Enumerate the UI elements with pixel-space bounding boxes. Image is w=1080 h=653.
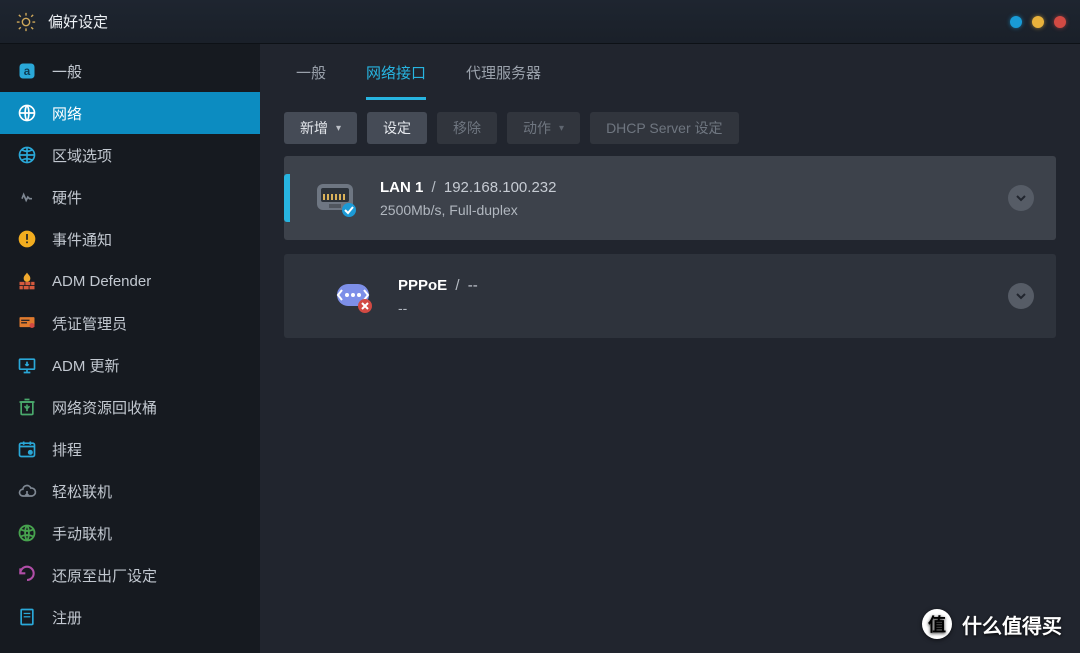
pppoe-icon [308, 272, 398, 320]
sidebar-item-label: ADM 更新 [52, 355, 120, 376]
schedule-icon [16, 438, 38, 460]
close-button[interactable] [1054, 16, 1066, 28]
sidebar-item-label: 排程 [52, 439, 82, 460]
titlebar: 偏好设定 [0, 0, 1080, 44]
certificate-icon [16, 312, 38, 334]
manual-connect-icon [16, 522, 38, 544]
alert-icon [16, 228, 38, 250]
sidebar-item-label: 事件通知 [52, 229, 112, 250]
general-icon: a [16, 60, 38, 82]
sidebar-item-6[interactable]: 凭证管理员 [0, 302, 260, 344]
svg-text:a: a [24, 65, 31, 78]
sidebar-item-label: 轻松联机 [52, 481, 112, 502]
interface-status: 2500Mb/s, Full-duplex [380, 202, 1008, 218]
sidebar-item-0[interactable]: a 一般 [0, 50, 260, 92]
cloud-icon [16, 480, 38, 502]
sidebar-item-label: 还原至出厂设定 [52, 565, 157, 586]
sidebar-item-label: 网络 [52, 103, 82, 124]
sidebar-item-label: ADM Defender [52, 273, 151, 290]
tab-1[interactable]: 网络接口 [366, 62, 426, 100]
interface-name: LAN 1 [380, 179, 423, 196]
action-button[interactable]: 动作 ▾ [507, 112, 580, 144]
chevron-down-icon: ▾ [336, 123, 341, 134]
sidebar-item-label: 手动联机 [52, 523, 112, 544]
interface-name: PPPoE [398, 277, 447, 294]
interface-info: LAN 1 / 192.168.100.232 2500Mb/s, Full-d… [380, 179, 1008, 218]
sidebar-item-5[interactable]: ADM Defender [0, 260, 260, 302]
sidebar-item-9[interactable]: 排程 [0, 428, 260, 470]
window-controls [1010, 16, 1066, 28]
maximize-button[interactable] [1032, 16, 1044, 28]
network-icon [16, 102, 38, 124]
add-button[interactable]: 新增 ▾ [284, 112, 357, 144]
sidebar-item-7[interactable]: ADM 更新 [0, 344, 260, 386]
interface-status: -- [398, 300, 1008, 316]
main-panel: 一般 网络接口 代理服务器 新增 ▾ 设定 移除 动作 ▾ DHCP Server … [260, 44, 1080, 653]
region-icon [16, 144, 38, 166]
action-button-label: 动作 [523, 118, 551, 138]
interface-row[interactable]: LAN 1 / 192.168.100.232 2500Mb/s, Full-d… [284, 156, 1056, 240]
config-button-label: 设定 [383, 118, 411, 138]
sidebar-item-label: 区域选项 [52, 145, 112, 166]
recycle-icon [16, 396, 38, 418]
tab-0[interactable]: 一般 [296, 62, 326, 100]
sidebar-item-3[interactable]: 硬件 [0, 176, 260, 218]
sidebar-item-12[interactable]: 还原至出厂设定 [0, 554, 260, 596]
ethernet-icon [290, 174, 380, 222]
sidebar-item-8[interactable]: 网络资源回收桶 [0, 386, 260, 428]
preferences-window: 偏好设定 a 一般 网络 区域选项 硬件 事件通知 ADM Defender 凭… [0, 0, 1080, 653]
tab-2[interactable]: 代理服务器 [466, 62, 541, 100]
sidebar: a 一般 网络 区域选项 硬件 事件通知 ADM Defender 凭证管理员 … [0, 44, 260, 653]
sidebar-item-4[interactable]: 事件通知 [0, 218, 260, 260]
expand-icon[interactable] [1008, 283, 1034, 309]
sidebar-item-label: 注册 [52, 607, 82, 628]
sidebar-item-2[interactable]: 区域选项 [0, 134, 260, 176]
interface-list: LAN 1 / 192.168.100.232 2500Mb/s, Full-d… [260, 156, 1080, 362]
update-icon [16, 354, 38, 376]
remove-button-label: 移除 [453, 118, 481, 138]
chevron-down-icon: ▾ [559, 123, 564, 134]
sidebar-item-label: 一般 [52, 61, 82, 82]
dhcp-settings-button[interactable]: DHCP Server 设定 [590, 112, 738, 144]
factory-reset-icon [16, 564, 38, 586]
interface-row[interactable]: PPPoE / -- -- [284, 254, 1056, 338]
hardware-icon [16, 186, 38, 208]
sidebar-item-13[interactable]: 注册 [0, 596, 260, 638]
window-body: a 一般 网络 区域选项 硬件 事件通知 ADM Defender 凭证管理员 … [0, 44, 1080, 653]
sidebar-item-1[interactable]: 网络 [0, 92, 260, 134]
toolbar: 新增 ▾ 设定 移除 动作 ▾ DHCP Server 设定 [260, 100, 1080, 156]
remove-button[interactable]: 移除 [437, 112, 497, 144]
dhcp-button-label: DHCP Server 设定 [606, 118, 722, 138]
interface-address: -- [468, 277, 478, 294]
interface-info: PPPoE / -- -- [398, 277, 1008, 316]
gear-icon [14, 10, 38, 34]
add-button-label: 新增 [300, 118, 328, 138]
config-button[interactable]: 设定 [367, 112, 427, 144]
sidebar-item-label: 凭证管理员 [52, 313, 127, 334]
sidebar-item-label: 网络资源回收桶 [52, 397, 157, 418]
sidebar-item-11[interactable]: 手动联机 [0, 512, 260, 554]
sidebar-item-10[interactable]: 轻松联机 [0, 470, 260, 512]
expand-icon[interactable] [1008, 185, 1034, 211]
minimize-button[interactable] [1010, 16, 1022, 28]
register-icon [16, 606, 38, 628]
tab-bar: 一般 网络接口 代理服务器 [260, 44, 1080, 100]
sidebar-item-label: 硬件 [52, 187, 82, 208]
firewall-icon [16, 270, 38, 292]
interface-address: 192.168.100.232 [444, 179, 557, 196]
window-title: 偏好设定 [48, 11, 108, 32]
